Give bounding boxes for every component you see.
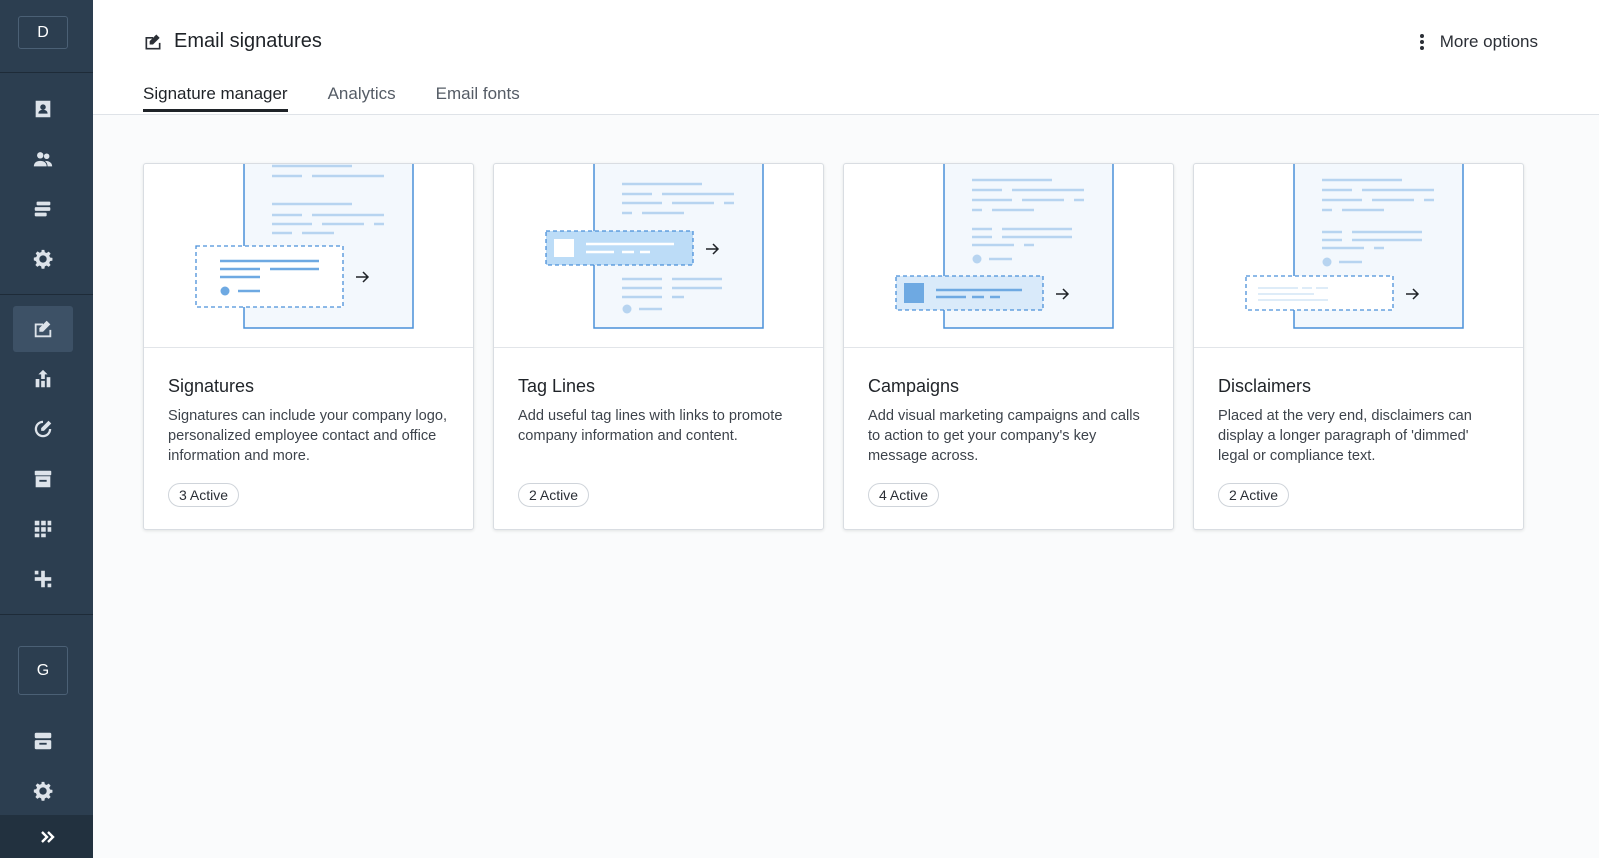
org-badge[interactable]: G [18, 646, 68, 695]
active-count-badge: 2 Active [518, 483, 590, 507]
contact-card-icon [35, 100, 51, 118]
plus-network-icon [34, 570, 52, 588]
users-icon [33, 152, 53, 167]
signature-icon [145, 34, 161, 49]
tag-lines-card[interactable]: Tag Lines Add useful tag lines with link… [493, 163, 824, 530]
sidebar-item-settings[interactable] [13, 236, 73, 282]
signatures-illustration [144, 164, 473, 348]
card-description: Add visual marketing campaigns and calls… [868, 408, 1140, 464]
gear-icon [33, 249, 53, 269]
sidebar-item-integrations[interactable] [13, 556, 73, 602]
disclaimers-illustration [1194, 164, 1523, 348]
archive-box-icon [34, 470, 52, 488]
archive-icon [34, 732, 52, 750]
active-count-badge: 3 Active [168, 483, 240, 507]
sidebar-item-admin-settings[interactable] [13, 768, 73, 814]
page-title: Email signatures [174, 30, 322, 52]
card-description: Placed at the very end, disclaimers can … [1218, 408, 1472, 464]
disclaimers-illustration-graphic [1245, 164, 1464, 329]
kebab-menu-icon [1419, 34, 1424, 50]
signatures-card[interactable]: Signatures Signatures can include your c… [143, 163, 474, 530]
tab-analytics[interactable]: Analytics [328, 84, 396, 112]
sidebar-item-email-signatures[interactable] [13, 306, 73, 352]
upload-chart-icon [35, 369, 51, 388]
sidebar-divider [0, 614, 93, 615]
edit-circle-icon [34, 420, 52, 438]
sidebar-item-archive[interactable] [13, 456, 73, 502]
sidebar-item-users[interactable] [13, 136, 73, 182]
card-title: Tag Lines [518, 376, 596, 396]
card-description: Signatures can include your company logo… [168, 408, 448, 464]
more-options-label: More options [1439, 32, 1538, 51]
campaigns-illustration [844, 164, 1173, 348]
campaigns-illustration-graphic [895, 164, 1114, 329]
page-header: Email signatures More options Signature … [93, 0, 1599, 115]
tab-signature-manager[interactable]: Signature manager [143, 84, 288, 112]
card-body: Signatures Signatures can include your c… [144, 348, 473, 507]
signatures-illustration-graphic [195, 164, 414, 329]
double-chevron-right-icon [40, 830, 55, 843]
card-body: Disclaimers Placed at the very end, disc… [1194, 348, 1523, 507]
sidebar-divider [0, 294, 93, 295]
feature-cards: Signatures Signatures can include your c… [143, 163, 1524, 530]
card-title: Disclaimers [1218, 376, 1312, 396]
grid-icon [34, 520, 52, 538]
card-title: Signatures [168, 376, 255, 396]
card-body: Tag Lines Add useful tag lines with link… [494, 348, 823, 507]
sidebar-item-deploy[interactable] [13, 356, 73, 402]
disclaimers-card[interactable]: Disclaimers Placed at the very end, disc… [1193, 163, 1524, 530]
settings-icon [33, 781, 53, 801]
tab-email-fonts[interactable]: Email fonts [436, 84, 520, 112]
tag-lines-illustration-graphic [545, 164, 764, 329]
sidebar-divider [0, 72, 93, 73]
sidebar-item-storage[interactable] [13, 718, 73, 764]
workspace-badge[interactable]: D [18, 16, 68, 49]
active-count-badge: 4 Active [868, 483, 940, 507]
stack-icon [34, 201, 51, 217]
card-body: Campaigns Add visual marketing campaigns… [844, 348, 1173, 507]
sidebar-item-edit[interactable] [13, 406, 73, 452]
sidebar-expand-button[interactable] [0, 815, 93, 858]
more-options-button[interactable]: More options [1414, 32, 1538, 52]
active-count-badge: 2 Active [1218, 483, 1290, 507]
sidebar: D G [0, 0, 93, 858]
tag-lines-illustration [494, 164, 823, 348]
card-description: Add useful tag lines with links to promo… [518, 408, 783, 444]
sidebar-item-grid[interactable] [13, 506, 73, 552]
campaigns-card[interactable]: Campaigns Add visual marketing campaigns… [843, 163, 1174, 530]
signature-icon [34, 320, 52, 338]
sidebar-item-templates[interactable] [13, 186, 73, 232]
sidebar-item-contacts[interactable] [13, 86, 73, 132]
page-title-wrap: Email signatures [143, 30, 322, 53]
card-title: Campaigns [868, 376, 960, 396]
tab-bar: Signature manager Analytics Email fonts [143, 84, 560, 112]
